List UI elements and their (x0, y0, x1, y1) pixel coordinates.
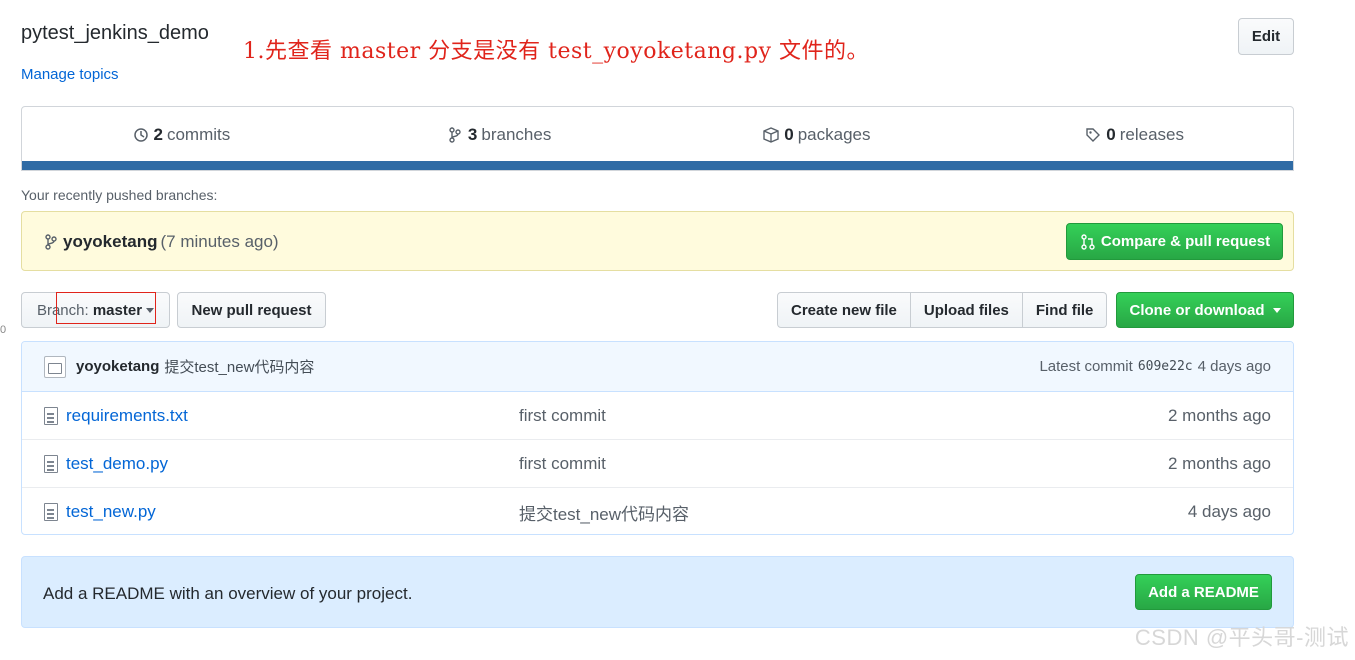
packages-summary[interactable]: 0 packages (658, 125, 976, 145)
annotation-note: 1.先查看 master 分支是没有 test_yoyoketang.py 文件… (243, 39, 870, 64)
file-icon (44, 503, 58, 521)
file-name-link[interactable]: test_new.py (66, 502, 156, 522)
recent-branch-info: yoyoketang (7 minutes ago) (42, 232, 279, 252)
branches-summary[interactable]: 3 branches (340, 125, 658, 145)
manage-topics-link[interactable]: Manage topics (21, 66, 119, 83)
find-file-button[interactable]: Find file (1022, 292, 1108, 328)
branch-icon (446, 126, 464, 144)
file-icon (44, 455, 58, 473)
commit-sha[interactable]: 609e22c (1138, 359, 1193, 374)
releases-summary[interactable]: 0 releases (975, 125, 1293, 145)
latest-commit-label: Latest commit (1039, 358, 1133, 375)
file-name-link[interactable]: requirements.txt (66, 406, 188, 426)
file-commit-message[interactable]: first commit (519, 406, 606, 426)
recent-branch-time: (7 minutes ago) (160, 232, 279, 251)
avatar[interactable] (44, 355, 66, 378)
clone-label: Clone or download (1129, 301, 1265, 319)
commits-summary[interactable]: 2 commits (22, 125, 340, 145)
latest-commit-bar: yoyoketang 提交test_new代码内容 Latest commit … (22, 342, 1293, 392)
packages-label: packages (797, 125, 871, 144)
branches-count: 3 (467, 125, 478, 144)
file-list: yoyoketang 提交test_new代码内容 Latest commit … (21, 341, 1294, 535)
commits-count: 2 (153, 125, 163, 144)
readme-prompt: Add a README with an overview of your pr… (21, 556, 1294, 628)
history-icon (132, 126, 150, 144)
branches-label: branches (481, 125, 552, 144)
watermark: CSDN @平头哥-测试 (1134, 625, 1349, 650)
create-new-file-button[interactable]: Create new file (777, 292, 911, 328)
latest-commit-age: 4 days ago (1197, 358, 1271, 375)
file-icon (44, 407, 58, 425)
file-age: 2 months ago (1167, 453, 1271, 473)
file-name-link[interactable]: test_demo.py (66, 454, 168, 474)
compare-pull-request-button[interactable]: Compare & pull request (1066, 223, 1283, 260)
add-readme-button[interactable]: Add a README (1135, 574, 1272, 610)
recent-branch-name[interactable]: yoyoketang (63, 232, 157, 252)
branch-icon (42, 233, 60, 251)
table-row: test_demo.py first commit 2 months ago (22, 440, 1293, 488)
table-row: test_new.py 提交test_new代码内容 4 days ago (22, 488, 1293, 534)
tag-icon (1084, 126, 1102, 144)
file-age: 4 days ago (1187, 502, 1271, 521)
recent-branches-label: Your recently pushed branches: (21, 187, 218, 203)
packages-count: 0 (784, 125, 794, 144)
file-actions-group: Create new file Upload files Find file (777, 292, 1108, 328)
repo-name[interactable]: pytest_jenkins_demo (21, 22, 209, 45)
language-bar (22, 161, 1293, 170)
clone-or-download-button[interactable]: Clone or download (1116, 292, 1294, 328)
table-row: requirements.txt first commit 2 months a… (22, 392, 1293, 440)
commit-message[interactable]: 提交test_new代码内容 (164, 356, 314, 377)
package-icon (762, 126, 780, 144)
commits-label: commits (166, 125, 231, 144)
file-age: 2 months ago (1167, 405, 1271, 425)
file-commit-message[interactable]: 提交test_new代码内容 (519, 500, 689, 525)
releases-count: 0 (1106, 125, 1116, 144)
repo-summary: 2 commits 3 branches 0 packages 0 releas… (21, 106, 1294, 171)
pull-request-icon (1079, 233, 1097, 251)
latest-commit-info: Latest commit 609e22c 4 days ago (1039, 358, 1271, 375)
annotation-highlight-box (56, 292, 156, 324)
upload-files-button[interactable]: Upload files (910, 292, 1023, 328)
edge-mark: 0 (0, 324, 7, 336)
chevron-down-icon (1272, 307, 1281, 313)
compare-label: Compare & pull request (1100, 233, 1271, 250)
new-pull-request-button[interactable]: New pull request (177, 292, 326, 328)
edit-button[interactable]: Edit (1238, 18, 1294, 55)
recent-branch-banner: yoyoketang (7 minutes ago) Compare & pul… (21, 211, 1294, 271)
readme-prompt-text: Add a README with an overview of your pr… (43, 584, 413, 603)
releases-label: releases (1119, 125, 1184, 144)
file-commit-message[interactable]: first commit (519, 454, 606, 474)
commit-author[interactable]: yoyoketang (76, 358, 159, 375)
